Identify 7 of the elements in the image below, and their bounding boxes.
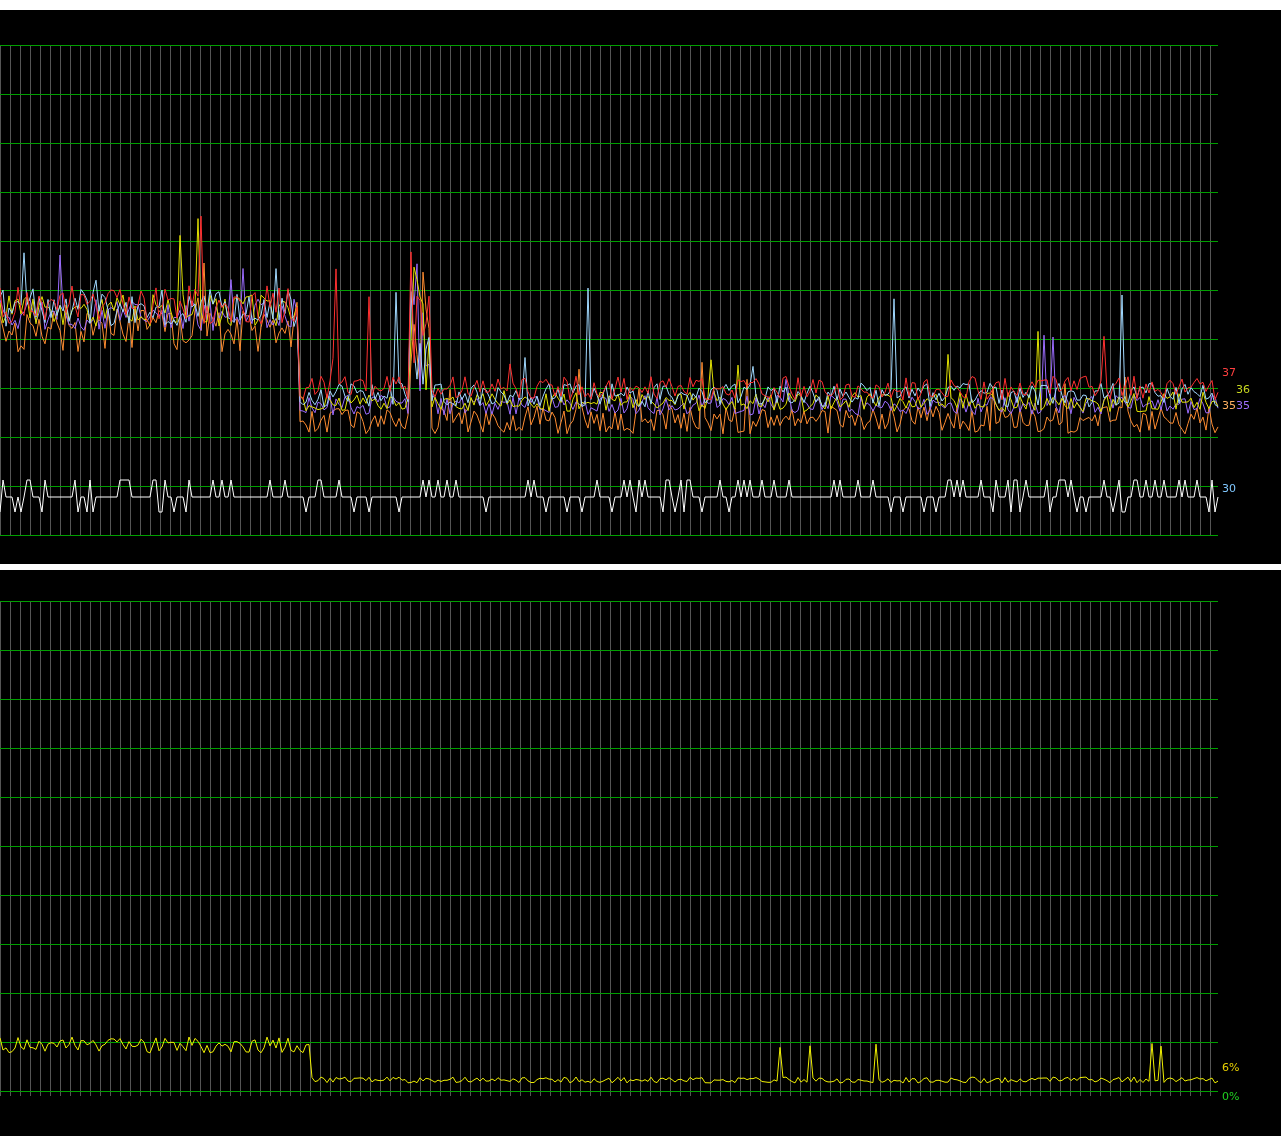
- value-label: 0%: [1222, 1091, 1240, 1103]
- value-label: 35: [1222, 400, 1236, 412]
- value-label: 36: [1236, 384, 1250, 396]
- value-label: 35: [1236, 400, 1250, 412]
- value-label: 6%: [1222, 1062, 1240, 1074]
- value-label: 37: [1222, 367, 1236, 379]
- value-label: 30: [1222, 483, 1236, 495]
